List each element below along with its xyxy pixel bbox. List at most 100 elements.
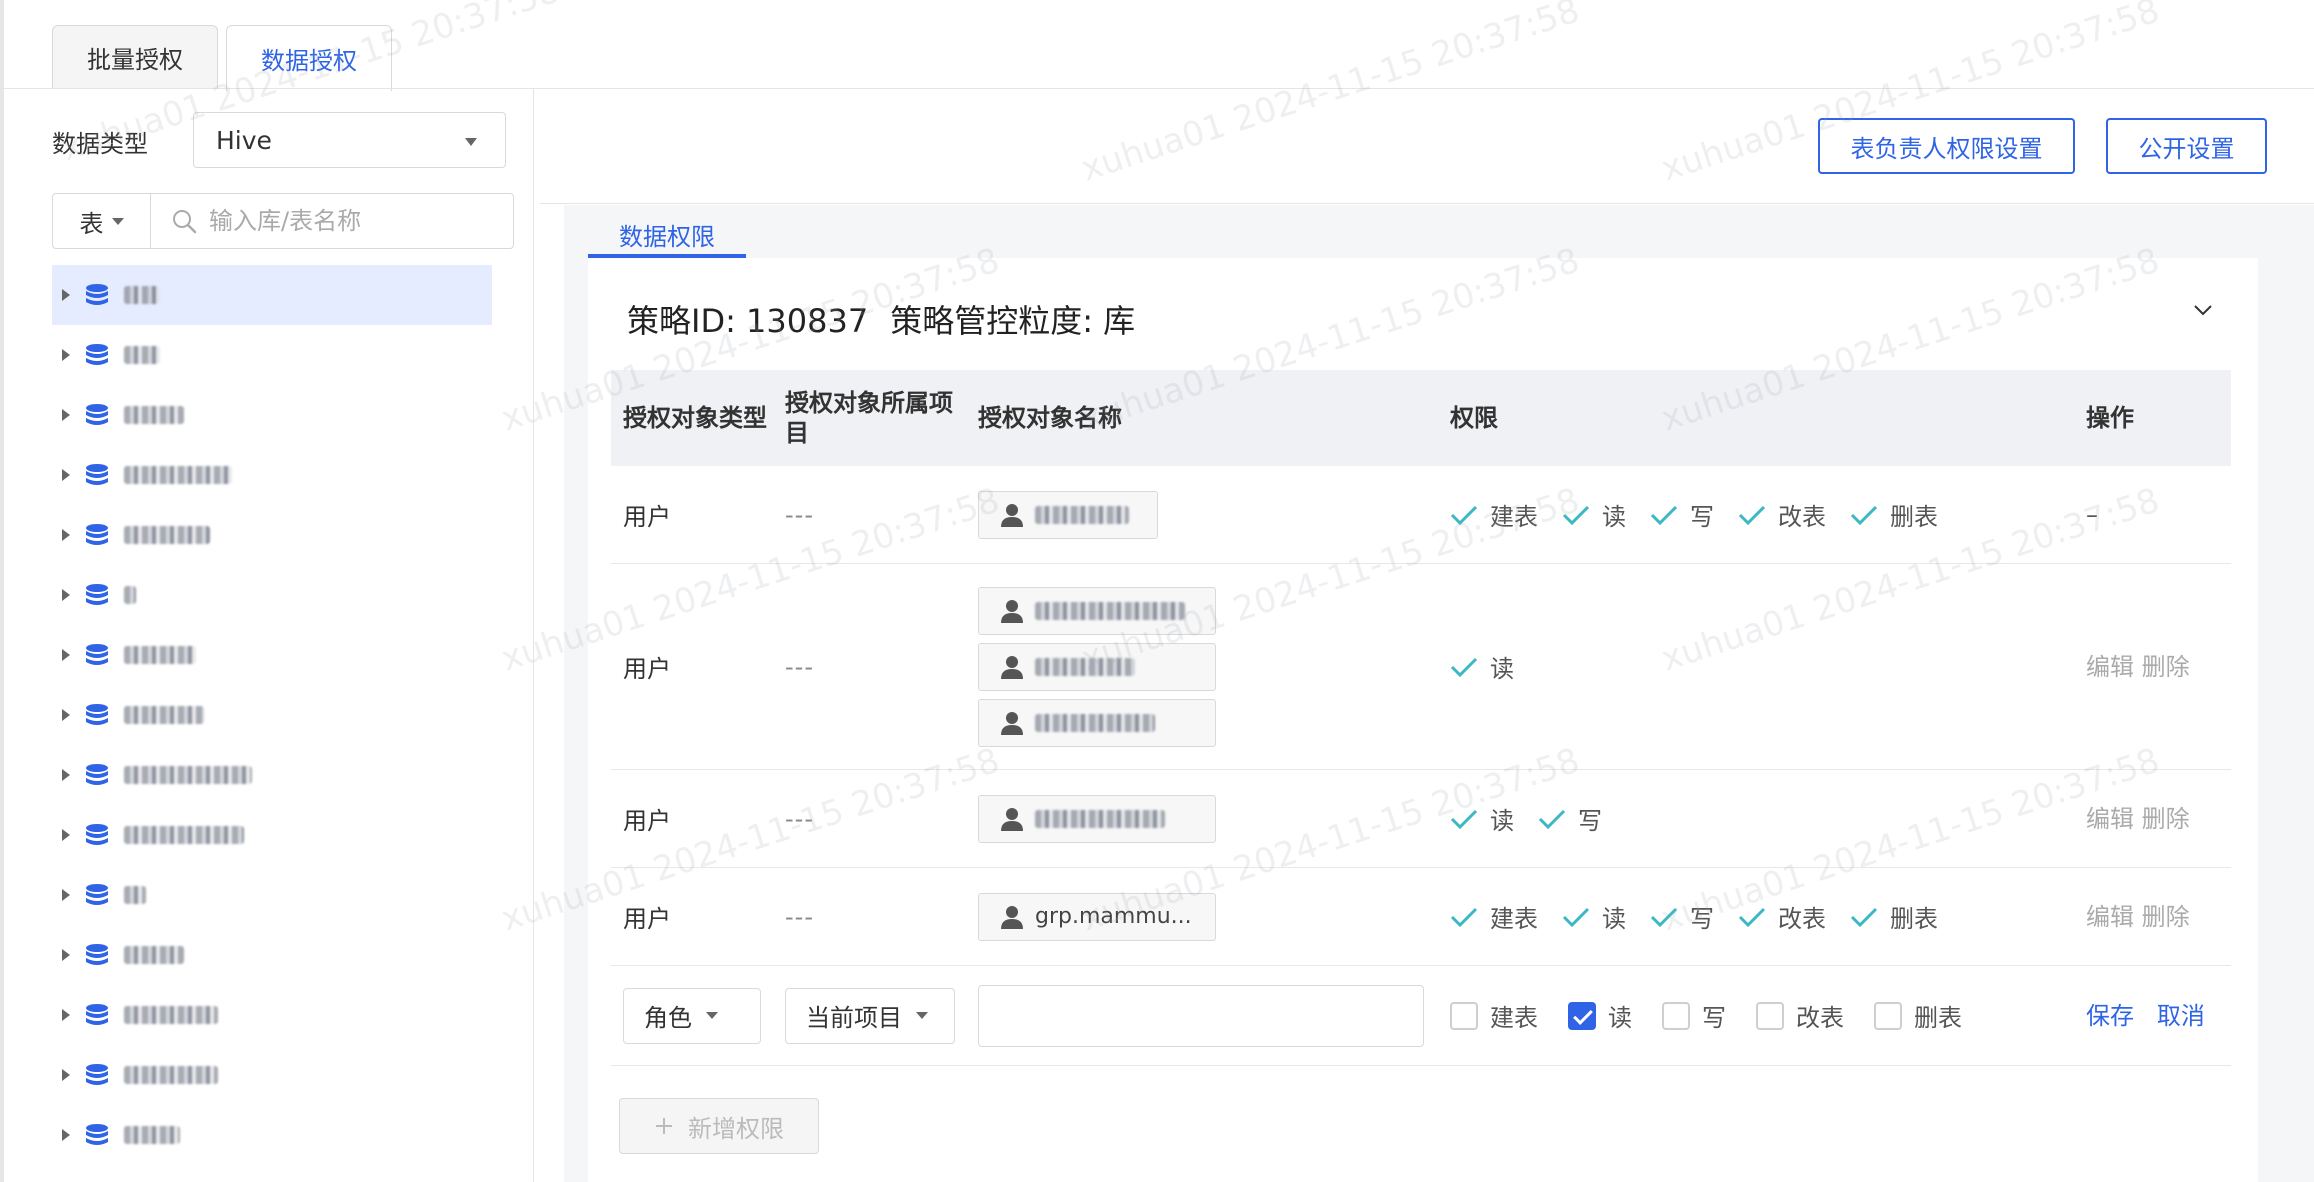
table-row: 用户 --- grp.mammu... 建表 读 写 改表 删表 编辑 删除	[611, 868, 2231, 966]
permission-label: 建表	[1490, 905, 1538, 933]
cell-project: ---	[785, 652, 814, 681]
tree-item-name	[124, 526, 210, 544]
caret-right-icon[interactable]	[62, 649, 70, 661]
tree-item[interactable]	[52, 565, 492, 625]
permission-item: 删表	[1850, 899, 1938, 934]
edit-delete-links[interactable]: 编辑 删除	[2074, 902, 2231, 932]
chevron-down-icon[interactable]	[2193, 300, 2213, 320]
user-tag-name	[1035, 809, 1165, 828]
tree-item-name	[124, 946, 184, 964]
checkbox[interactable]	[1450, 1001, 1478, 1030]
search-input[interactable]	[209, 207, 509, 235]
tree-item[interactable]	[52, 505, 492, 565]
caret-right-icon[interactable]	[62, 829, 70, 841]
caret-right-icon[interactable]	[62, 469, 70, 481]
public-settings-button[interactable]: 公开设置	[2106, 118, 2267, 174]
tree-item[interactable]	[52, 325, 492, 385]
database-icon	[86, 1004, 108, 1025]
check-icon	[1850, 505, 1878, 525]
edit-delete-links[interactable]: 编辑 删除	[2074, 804, 2231, 834]
edit-delete-links[interactable]: 编辑 删除	[2074, 652, 2231, 682]
tree-item[interactable]	[52, 985, 492, 1045]
search-type-value: 表	[79, 209, 104, 238]
permission-item: 读	[1450, 649, 1514, 684]
cancel-link[interactable]: 取消	[2157, 1002, 2205, 1030]
data-type-select[interactable]: Hive	[193, 112, 506, 168]
permission-label: 删表	[1890, 503, 1938, 531]
tree-item[interactable]	[52, 805, 492, 865]
top-tabs: 批量授权 数据授权	[52, 25, 392, 91]
caret-right-icon[interactable]	[62, 889, 70, 901]
caret-right-icon[interactable]	[62, 769, 70, 781]
checkbox[interactable]	[1662, 1001, 1690, 1030]
caret-right-icon[interactable]	[62, 709, 70, 721]
tree-item[interactable]	[52, 865, 492, 925]
tab-data-permission[interactable]: 数据权限	[588, 214, 746, 258]
user-icon	[1001, 711, 1023, 735]
table-search: 表	[52, 193, 514, 249]
permission-item: 写	[1650, 497, 1714, 532]
project-select-value: 当前项目	[806, 1004, 902, 1032]
permission-option[interactable]: 删表	[1874, 998, 1962, 1033]
caret-right-icon[interactable]	[62, 589, 70, 601]
tree-item-name	[124, 646, 196, 664]
cell-operation: –	[2086, 500, 2098, 529]
header-operation: 操作	[2086, 404, 2134, 432]
permission-item: 读	[1562, 899, 1626, 934]
caret-right-icon[interactable]	[62, 1069, 70, 1081]
caret-right-icon[interactable]	[62, 1009, 70, 1021]
tree-item[interactable]	[52, 265, 492, 325]
add-permission-button[interactable]: 新增权限	[619, 1098, 819, 1154]
tree-item[interactable]	[52, 385, 492, 445]
user-tag-name	[1035, 601, 1185, 620]
policy-title: 策略ID: 130837 策略管控粒度: 库	[627, 296, 1135, 342]
owner-permission-settings-button[interactable]: 表负责人权限设置	[1818, 118, 2075, 174]
tree-item-name	[124, 1126, 180, 1144]
permission-option[interactable]: 建表	[1450, 998, 1538, 1033]
checkbox-checked[interactable]	[1568, 1001, 1596, 1030]
database-icon	[86, 824, 108, 845]
tree-item[interactable]	[52, 445, 492, 505]
permission-option[interactable]: 改表	[1756, 998, 1844, 1033]
caret-down-icon	[916, 1012, 928, 1019]
permission-item: 建表	[1450, 899, 1538, 934]
user-icon	[1001, 655, 1023, 679]
database-icon	[86, 944, 108, 965]
table-header: 授权对象类型 授权对象所属项目 授权对象名称 权限 操作	[611, 370, 2231, 466]
role-select[interactable]: 角色	[623, 987, 761, 1044]
tab-batch-auth[interactable]: 批量授权	[52, 25, 218, 89]
permission-label: 改表	[1778, 503, 1826, 531]
tree-item[interactable]	[52, 685, 492, 745]
caret-right-icon[interactable]	[62, 409, 70, 421]
checkbox[interactable]	[1756, 1001, 1784, 1030]
caret-right-icon[interactable]	[62, 529, 70, 541]
user-tag	[978, 586, 1216, 635]
tree-item[interactable]	[52, 625, 492, 685]
save-link[interactable]: 保存	[2086, 1002, 2134, 1030]
check-icon	[1650, 907, 1678, 927]
permission-label: 建表	[1490, 503, 1538, 531]
search-type-select[interactable]: 表	[53, 194, 151, 248]
tree-item-name	[124, 886, 146, 904]
watermark: xuhua01 2024-11-15 20:37:58	[1076, 0, 1585, 190]
caret-right-icon[interactable]	[62, 349, 70, 361]
caret-right-icon[interactable]	[62, 289, 70, 301]
permission-option[interactable]: 读	[1568, 998, 1632, 1033]
tree-item[interactable]	[52, 925, 492, 985]
checkbox[interactable]	[1874, 1001, 1902, 1030]
cell-save-cancel: 保存 取消	[2074, 1001, 2231, 1031]
tab-data-auth[interactable]: 数据授权	[226, 25, 392, 91]
caret-right-icon[interactable]	[62, 1129, 70, 1141]
object-name-input[interactable]	[978, 984, 1424, 1047]
tree-item[interactable]	[52, 1105, 492, 1165]
caret-right-icon[interactable]	[62, 949, 70, 961]
permission-label: 写	[1690, 503, 1714, 531]
tree-item[interactable]	[52, 745, 492, 805]
project-select[interactable]: 当前项目	[785, 987, 955, 1044]
permission-option[interactable]: 写	[1662, 998, 1726, 1033]
permission-label: 写	[1578, 807, 1602, 835]
tree-item[interactable]	[52, 1045, 492, 1105]
permission-label: 改表	[1778, 905, 1826, 933]
right-divider	[540, 203, 2314, 204]
permission-label: 写	[1690, 905, 1714, 933]
